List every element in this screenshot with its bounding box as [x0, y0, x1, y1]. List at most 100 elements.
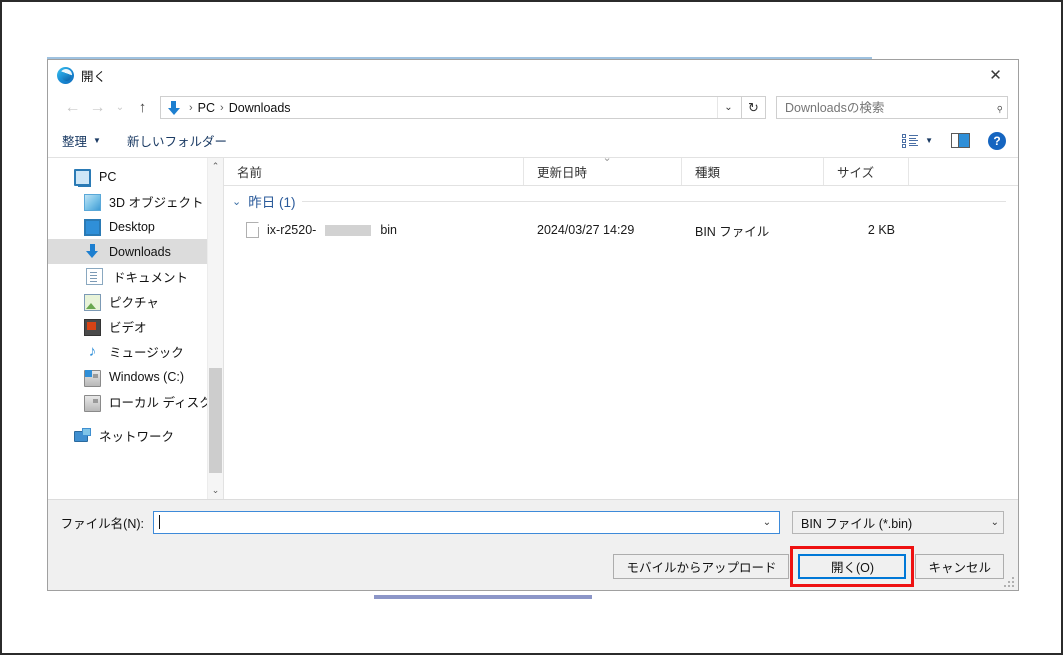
pc-icon: [74, 169, 91, 187]
filename-input[interactable]: ⌄: [153, 510, 780, 534]
filename-row: ファイル名(N): ⌄ BIN ファイル (*.bin) ⌄: [48, 500, 1004, 544]
file-size-cell: 2 KB: [867, 223, 895, 237]
up-button[interactable]: ↑: [130, 96, 155, 120]
preview-pane-icon[interactable]: [951, 133, 970, 148]
help-icon[interactable]: ?: [988, 131, 1006, 150]
column-headers: 名前 更新日時 種類 サイズ: [224, 151, 1018, 186]
network-icon: [74, 428, 91, 445]
downloads-icon: [84, 243, 101, 260]
dialog-footer: ファイル名(N): ⌄ BIN ファイル (*.bin) ⌄ モバイルからアップ…: [48, 499, 1018, 590]
group-header-label: 昨日 (1): [248, 195, 296, 210]
sidebar-item-desktop[interactable]: Desktop: [48, 214, 223, 239]
text-caret: [159, 515, 160, 529]
3d-objects-icon: [84, 193, 101, 211]
downloads-folder-icon: [165, 99, 182, 116]
search-box[interactable]: ⌕: [776, 96, 1008, 119]
background-line-bottom: [374, 595, 592, 599]
forward-button[interactable]: →: [85, 96, 110, 120]
open-button-wrapper: 開く(O): [790, 545, 915, 587]
sidebar-item-label: Desktop: [109, 219, 155, 234]
refresh-icon[interactable]: ↻: [742, 96, 766, 119]
dialog-body: PC 3D オブジェクト Desktop Downloads ドキュメント ピク…: [48, 151, 1018, 499]
sidebar-item-pc[interactable]: PC: [48, 164, 223, 189]
resize-grip[interactable]: [1002, 575, 1014, 587]
documents-icon: [86, 268, 103, 285]
sidebar-item-music[interactable]: ♪ ミュージック: [48, 339, 223, 364]
group-header-yesterday[interactable]: ⌄ 昨日 (1): [224, 186, 1018, 216]
filename-label: ファイル名(N):: [60, 516, 144, 531]
column-header-size[interactable]: サイズ: [824, 158, 909, 185]
command-bar-right: ▼ ?: [902, 131, 1006, 150]
sidebar-item-pictures[interactable]: ピクチャ: [48, 289, 223, 314]
pictures-icon: [84, 294, 101, 311]
breadcrumb-item-downloads[interactable]: Downloads: [229, 101, 291, 115]
open-button[interactable]: 開く(O): [798, 553, 907, 579]
file-type-filter[interactable]: BIN ファイル (*.bin) ⌄: [792, 510, 1004, 534]
file-name-prefix: ix-r2520-: [267, 223, 317, 237]
edge-browser-icon: [57, 67, 74, 84]
scrollbar-thumb[interactable]: [209, 368, 222, 473]
cancel-button[interactable]: キャンセル: [915, 553, 1004, 579]
address-bar[interactable]: › PC › Downloads ⌄: [160, 96, 742, 119]
sidebar-item-3d-objects[interactable]: 3D オブジェクト: [48, 189, 223, 214]
sidebar-item-documents[interactable]: ドキュメント: [48, 264, 223, 289]
sidebar-item-network[interactable]: ネットワーク: [48, 423, 223, 448]
column-header-date[interactable]: 更新日時: [524, 151, 682, 185]
upload-from-mobile-button[interactable]: モバイルからアップロード: [613, 553, 790, 579]
sidebar-item-local-disk-d[interactable]: ローカル ディスク (D: [48, 389, 223, 414]
scroll-down-icon[interactable]: ⌄: [208, 482, 223, 499]
breadcrumb-separator: ›: [189, 101, 193, 114]
recent-locations-button[interactable]: ⌄: [110, 96, 130, 120]
sidebar-item-label: ネットワーク: [99, 430, 175, 444]
file-icon: [246, 222, 259, 238]
sidebar-item-label: ビデオ: [109, 321, 147, 335]
view-options-icon: [902, 133, 919, 148]
dialog-title: 開く: [81, 70, 107, 84]
organize-label: 整理: [62, 135, 88, 149]
music-icon: ♪: [88, 343, 97, 360]
column-header-type[interactable]: 種類: [682, 158, 824, 185]
organize-button[interactable]: 整理 ▼: [62, 131, 101, 150]
sidebar-item-label: ローカル ディスク (D: [109, 396, 223, 410]
sidebar-item-label: Downloads: [109, 244, 171, 259]
sidebar-item-label: ミュージック: [109, 346, 184, 360]
drive-icon: [84, 369, 101, 387]
command-bar: 整理 ▼ 新しいフォルダー ▼ ?: [48, 124, 1018, 158]
chevron-down-icon: ▼: [93, 136, 101, 145]
new-folder-button[interactable]: 新しいフォルダー: [127, 131, 227, 150]
sidebar-item-videos[interactable]: ビデオ: [48, 314, 223, 339]
group-divider: [302, 200, 1006, 202]
file-type-cell: BIN ファイル: [695, 224, 770, 239]
chevron-down-icon: ⌄: [990, 516, 999, 528]
chevron-down-icon[interactable]: ⌄: [757, 517, 777, 528]
file-name-suffix: bin: [380, 223, 398, 237]
sidebar-item-label: ピクチャ: [109, 296, 159, 310]
sidebar-scrollbar[interactable]: ⌃ ⌄: [207, 158, 223, 499]
chevron-down-icon[interactable]: ⌄: [717, 97, 739, 118]
file-type-filter-value: BIN ファイル (*.bin): [801, 516, 913, 531]
search-input[interactable]: [785, 100, 996, 115]
chevron-down-icon[interactable]: ⌄: [232, 195, 241, 208]
file-list: 名前 更新日時 種類 サイズ ⌄ 昨日 (1) ix-r2520- bin: [224, 151, 1018, 499]
column-header-name[interactable]: 名前: [224, 158, 524, 185]
view-options-button[interactable]: ▼: [902, 133, 933, 148]
sidebar-item-downloads[interactable]: Downloads: [48, 239, 223, 264]
sidebar-item-windows-c[interactable]: Windows (C:): [48, 364, 223, 389]
new-folder-label: 新しいフォルダー: [126, 135, 227, 149]
back-button[interactable]: ←: [60, 96, 85, 120]
table-row[interactable]: ix-r2520- bin 2024/03/27 14:29 BIN ファイル 2…: [224, 216, 1018, 244]
scroll-up-icon[interactable]: ⌃: [208, 158, 223, 175]
breadcrumb-item-pc[interactable]: PC: [198, 101, 215, 115]
close-icon[interactable]: ✕: [973, 60, 1018, 90]
button-row: モバイルからアップロード 開く(O) キャンセル: [48, 544, 1004, 590]
redaction-block: [325, 224, 372, 236]
sidebar-item-label: 3D オブジェクト: [109, 196, 204, 210]
drive-icon: [84, 394, 101, 412]
sidebar-item-label: ドキュメント: [113, 271, 189, 285]
file-date-cell: 2024/03/27 14:29: [537, 223, 635, 237]
desktop-icon: [84, 219, 101, 236]
navigation-bar: ← → ⌄ ↑ › PC › Downloads ⌄ ↻ ⌕: [48, 91, 1018, 124]
file-name-cell[interactable]: ix-r2520- bin: [224, 222, 524, 238]
videos-icon: [84, 319, 101, 336]
